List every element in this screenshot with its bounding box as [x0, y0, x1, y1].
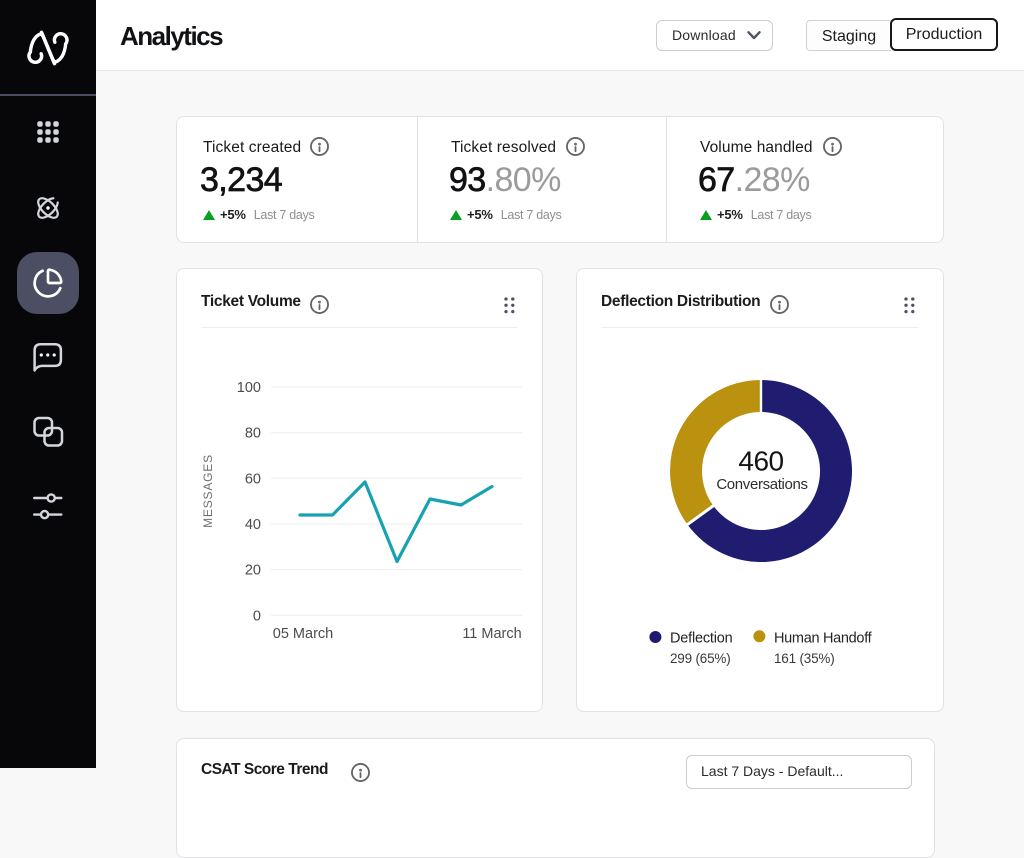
- svg-text:80: 80: [245, 426, 261, 442]
- svg-text:05 March: 05 March: [273, 626, 333, 642]
- svg-text:Conversations: Conversations: [716, 476, 807, 493]
- svg-text:0: 0: [253, 608, 261, 624]
- svg-text:100: 100: [237, 380, 261, 396]
- svg-text:299 (65%): 299 (65%): [670, 651, 731, 666]
- svg-text:40: 40: [245, 517, 261, 533]
- svg-text:Deflection: Deflection: [670, 631, 733, 647]
- svg-text:60: 60: [245, 471, 261, 487]
- svg-text:11 March: 11 March: [462, 626, 521, 642]
- svg-text:MESSAGES: MESSAGES: [201, 454, 215, 528]
- svg-text:460: 460: [738, 446, 783, 477]
- svg-text:161 (35%): 161 (35%): [774, 651, 835, 666]
- svg-text:20: 20: [245, 563, 261, 579]
- svg-text:Human Handoff: Human Handoff: [774, 631, 873, 647]
